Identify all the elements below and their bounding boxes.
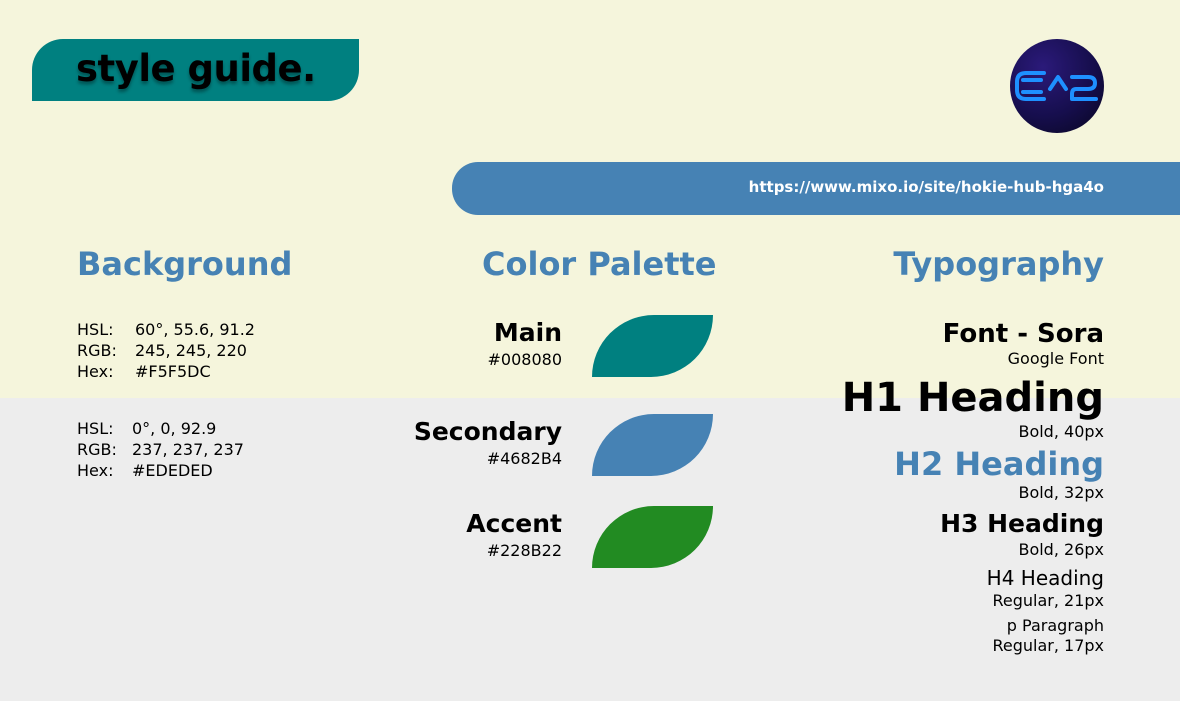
typography-heading: Typography (893, 245, 1104, 283)
hsl-key: HSL: (77, 320, 114, 339)
hsl-row: HSL: 0°, 0, 92.9 (77, 418, 244, 439)
paragraph-label: p Paragraph (1006, 616, 1104, 635)
background-heading: Background (77, 245, 293, 283)
main-color-name: Main (493, 318, 562, 347)
font-source: Google Font (1007, 349, 1104, 368)
hex-row: Hex: #F5F5DC (77, 361, 255, 382)
main-color-hex: #008080 (487, 350, 562, 369)
accent-color-hex: #228B22 (486, 541, 562, 560)
site-url-link[interactable]: https://www.mixo.io/site/hokie-hub-hga4o (749, 178, 1104, 196)
rgb-row: RGB: 237, 237, 237 (77, 439, 244, 460)
h3-label: H3 Heading (940, 509, 1104, 538)
h2-spec: Bold, 32px (1018, 483, 1104, 502)
hsl-row: HSL: 60°, 55.6, 91.2 (77, 319, 255, 340)
rgb-key: RGB: (77, 341, 117, 360)
accent-color-name: Accent (466, 509, 562, 538)
hex-key: Hex: (77, 362, 114, 381)
rgb-value: 245, 245, 220 (135, 341, 247, 360)
h1-spec: Bold, 40px (1018, 422, 1104, 441)
rgb-key: RGB: (77, 440, 117, 459)
hex-row: Hex: #EDEDED (77, 460, 244, 481)
h4-spec: Regular, 21px (992, 591, 1104, 610)
color-palette-heading: Color Palette (482, 245, 717, 283)
background-secondary-values: HSL: 0°, 0, 92.9 RGB: 237, 237, 237 Hex:… (77, 418, 244, 481)
background-primary-values: HSL: 60°, 55.6, 91.2 RGB: 245, 245, 220 … (77, 319, 255, 382)
h3-sample: H3 Heading Bold, 26px (940, 508, 1104, 559)
h2-label: H2 Heading (894, 445, 1104, 483)
page-title: style guide. (76, 47, 316, 90)
secondary-color-name: Secondary (413, 417, 562, 446)
accent-color-label: Accent #228B22 (466, 509, 562, 561)
rgb-value: 237, 237, 237 (132, 440, 244, 459)
font-name: Font - Sora (942, 319, 1104, 349)
hsl-value: 0°, 0, 92.9 (132, 419, 217, 438)
hsl-key: HSL: (77, 419, 114, 438)
main-color-label: Main #008080 (488, 318, 562, 370)
secondary-color-hex: #4682B4 (486, 449, 562, 468)
h1-label: H1 Heading (841, 375, 1104, 421)
font-sample: Font - Sora Google Font (943, 318, 1104, 368)
hex-value: #F5F5DC (135, 362, 211, 381)
secondary-color-label: Secondary #4682B4 (414, 417, 562, 469)
h4-sample: H4 Heading Regular, 21px (987, 565, 1104, 610)
paragraph-sample: p Paragraph Regular, 17px (992, 616, 1104, 655)
hex-key: Hex: (77, 461, 114, 480)
paragraph-spec: Regular, 17px (992, 636, 1104, 655)
hex-value: #EDEDED (132, 461, 213, 480)
h2-sample: H2 Heading Bold, 32px (894, 445, 1104, 502)
rgb-row: RGB: 245, 245, 220 (77, 340, 255, 361)
h3-spec: Bold, 26px (1018, 540, 1104, 559)
h1-sample: H1 Heading Bold, 40px (842, 374, 1104, 441)
hsl-value: 60°, 55.6, 91.2 (135, 320, 255, 339)
h4-label: H4 Heading (986, 566, 1104, 590)
ca2-logo-icon (1010, 39, 1104, 133)
